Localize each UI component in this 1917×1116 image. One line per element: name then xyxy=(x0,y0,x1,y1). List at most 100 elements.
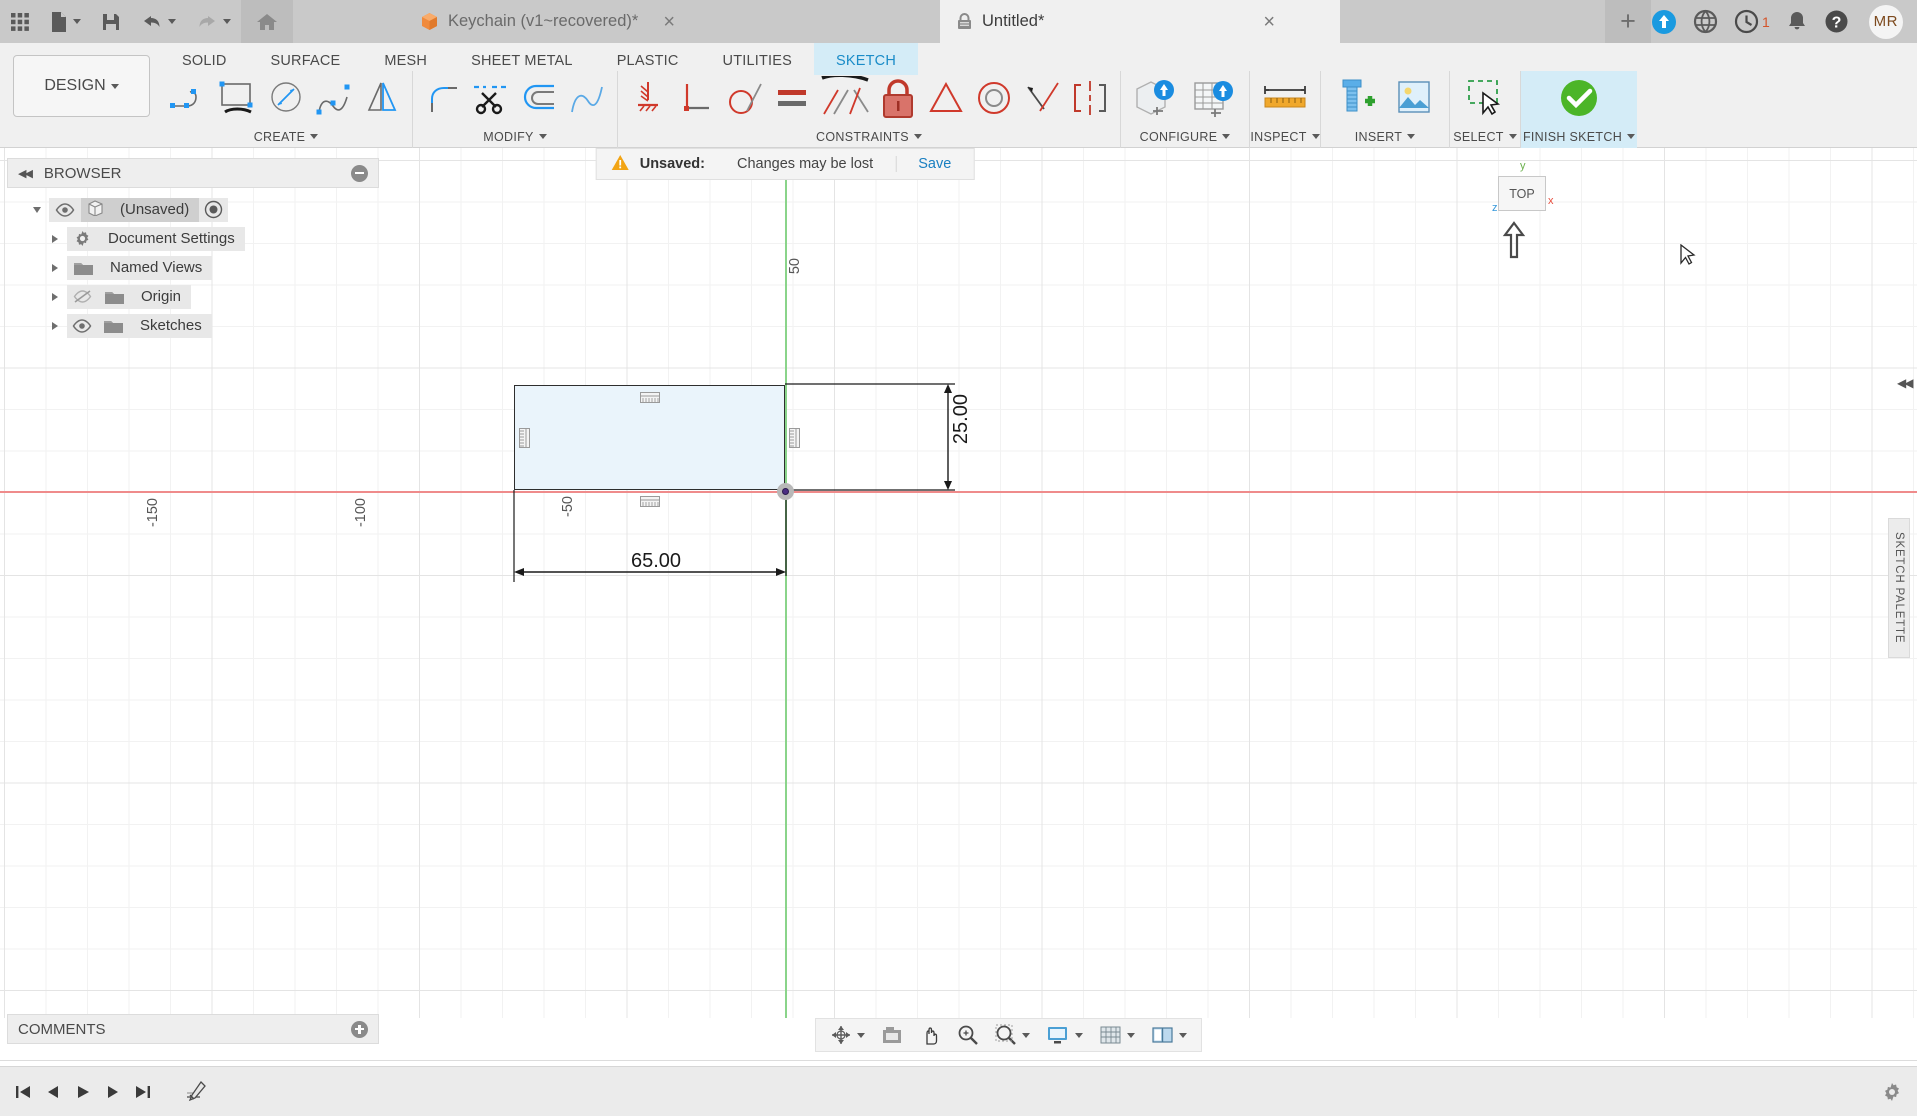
home-arrow-icon[interactable] xyxy=(1495,220,1533,265)
ribbon-panels: CREATE MODIFY CONSTRAINTS CONFIGURE INSP… xyxy=(160,71,1637,148)
zoom-icon[interactable] xyxy=(949,1018,987,1052)
activate-radio[interactable] xyxy=(199,197,229,222)
gear-icon[interactable] xyxy=(1881,1081,1903,1108)
spline-icon[interactable] xyxy=(310,74,358,122)
fillet-icon[interactable] xyxy=(419,74,467,122)
panel-label-constraints[interactable]: CONSTRAINTS xyxy=(618,125,1120,148)
horizontal-vertical-constraint-icon[interactable] xyxy=(624,74,672,122)
look-at-icon[interactable] xyxy=(873,1018,911,1052)
expand-arrow-icon[interactable] xyxy=(43,263,67,272)
equal-constraint-icon[interactable] xyxy=(768,74,816,122)
circle-icon[interactable] xyxy=(262,74,310,122)
upload-icon[interactable] xyxy=(1651,9,1677,35)
pan-icon[interactable] xyxy=(911,1018,949,1052)
perpendicular-constraint-icon[interactable] xyxy=(672,74,720,122)
rectangle-icon[interactable] xyxy=(214,74,262,122)
file-icon[interactable] xyxy=(40,0,91,43)
offset-icon[interactable] xyxy=(515,74,563,122)
close-icon[interactable]: × xyxy=(1263,12,1275,32)
panel-label-insert[interactable]: INSERT xyxy=(1321,125,1449,148)
select-window-icon[interactable] xyxy=(1456,74,1514,122)
viewports-icon[interactable] xyxy=(1143,1018,1195,1052)
trim-icon[interactable] xyxy=(467,74,515,122)
close-icon[interactable]: × xyxy=(663,12,675,32)
notifications-bell-icon[interactable] xyxy=(1786,10,1808,34)
line-icon[interactable] xyxy=(166,74,214,122)
configure-body-icon[interactable] xyxy=(1127,74,1185,122)
horizontal-constraint-top[interactable] xyxy=(640,390,660,408)
collapse-left-icon[interactable]: ◀◀ xyxy=(18,167,33,180)
tangent-constraint-icon[interactable] xyxy=(720,74,768,122)
expand-arrow-icon[interactable] xyxy=(43,234,67,243)
fix-unfix-icon[interactable] xyxy=(874,74,922,122)
dimension-value-width[interactable]: 65.00 xyxy=(631,550,681,573)
grid-apps-icon[interactable] xyxy=(0,0,40,43)
panel-label-finish-sketch[interactable]: FINISH SKETCH xyxy=(1521,125,1637,148)
concentric-constraint-icon[interactable] xyxy=(970,74,1018,122)
insert-mcmaster-icon[interactable] xyxy=(1327,74,1385,122)
avatar[interactable]: MR xyxy=(1868,4,1903,39)
orbit-icon[interactable] xyxy=(822,1018,873,1052)
world-icon[interactable] xyxy=(1693,9,1718,34)
mirror-icon[interactable] xyxy=(358,74,406,122)
vertical-constraint-left[interactable] xyxy=(519,428,530,453)
browser-item-named-views[interactable]: Named Views xyxy=(7,253,379,282)
curvature-constraint-icon[interactable] xyxy=(1018,74,1066,122)
browser-item-unsaved[interactable]: (Unsaved) xyxy=(7,195,379,224)
expand-arrow-icon[interactable] xyxy=(43,292,67,301)
finish-sketch-check-icon[interactable] xyxy=(1555,74,1603,122)
sketch-feature-icon[interactable] xyxy=(182,1079,212,1105)
symmetry-constraint-icon[interactable] xyxy=(1066,74,1114,122)
insert-image-icon[interactable] xyxy=(1385,74,1443,122)
measure-icon[interactable] xyxy=(1256,74,1314,122)
panel-label-create[interactable]: CREATE xyxy=(160,125,412,148)
panel-label-configure[interactable]: CONFIGURE xyxy=(1121,125,1249,148)
go-to-beginning-icon[interactable] xyxy=(8,1084,38,1100)
collapse-right-icon[interactable]: ◀◀ xyxy=(1897,376,1914,390)
origin-point[interactable] xyxy=(777,483,794,500)
plus-circle-icon[interactable] xyxy=(351,1020,368,1038)
view-cube-top-face[interactable]: TOP xyxy=(1498,176,1546,211)
step-back-icon[interactable] xyxy=(38,1084,68,1100)
visibility-toggle[interactable] xyxy=(67,313,97,338)
new-tab-button[interactable]: + xyxy=(1605,0,1651,43)
panel-label-select[interactable]: SELECT xyxy=(1450,125,1520,148)
panel-label-modify[interactable]: MODIFY xyxy=(413,125,617,148)
undo-icon[interactable] xyxy=(131,0,186,43)
go-to-end-icon[interactable] xyxy=(128,1084,158,1100)
minus-circle-icon[interactable] xyxy=(351,164,368,182)
expand-arrow-down-icon[interactable] xyxy=(25,206,49,213)
fit-curve-icon[interactable] xyxy=(563,74,611,122)
document-tab-untitled[interactable]: Untitled* × xyxy=(940,0,1340,43)
zoom-window-icon[interactable] xyxy=(987,1018,1038,1052)
visibility-toggle[interactable] xyxy=(49,197,81,222)
redo-icon[interactable] xyxy=(186,0,241,43)
sketch-palette-tab[interactable]: SKETCH PALETTE xyxy=(1888,518,1910,658)
comments-panel[interactable]: COMMENTS xyxy=(7,1014,379,1044)
home-icon[interactable] xyxy=(241,0,293,43)
visibility-toggle-hidden[interactable] xyxy=(67,284,98,309)
configure-table-icon[interactable] xyxy=(1185,74,1243,122)
play-icon[interactable] xyxy=(68,1084,98,1100)
help-icon[interactable]: ? xyxy=(1824,9,1849,34)
parallel-constraint-icon[interactable] xyxy=(816,74,874,122)
browser-item-document-settings[interactable]: Document Settings xyxy=(7,224,379,253)
collinear-constraint-icon[interactable] xyxy=(922,74,970,122)
dimension-value-height[interactable]: 25.00 xyxy=(950,394,973,444)
display-settings-icon[interactable] xyxy=(1038,1018,1091,1052)
save-icon[interactable] xyxy=(91,0,131,43)
browser-item-origin[interactable]: Origin xyxy=(7,282,379,311)
step-forward-icon[interactable] xyxy=(98,1084,128,1100)
panel-label-inspect[interactable]: INSPECT xyxy=(1250,125,1320,148)
axis-label-x: x xyxy=(1548,195,1554,207)
browser-item-sketches[interactable]: Sketches xyxy=(7,311,379,340)
document-tab-keychain[interactable]: Keychain (v1~recovered)* × xyxy=(404,0,774,43)
workspace-switcher[interactable]: DESIGN xyxy=(13,55,150,117)
cube-icon xyxy=(81,199,110,220)
job-status-icon[interactable]: 1 xyxy=(1734,9,1770,34)
expand-arrow-icon[interactable] xyxy=(43,321,67,330)
grid-snaps-icon[interactable] xyxy=(1091,1018,1143,1052)
panel-finish-sketch[interactable]: FINISH SKETCH xyxy=(1521,71,1637,148)
panel-select: SELECT xyxy=(1450,71,1521,148)
save-link[interactable]: Save xyxy=(896,156,973,172)
